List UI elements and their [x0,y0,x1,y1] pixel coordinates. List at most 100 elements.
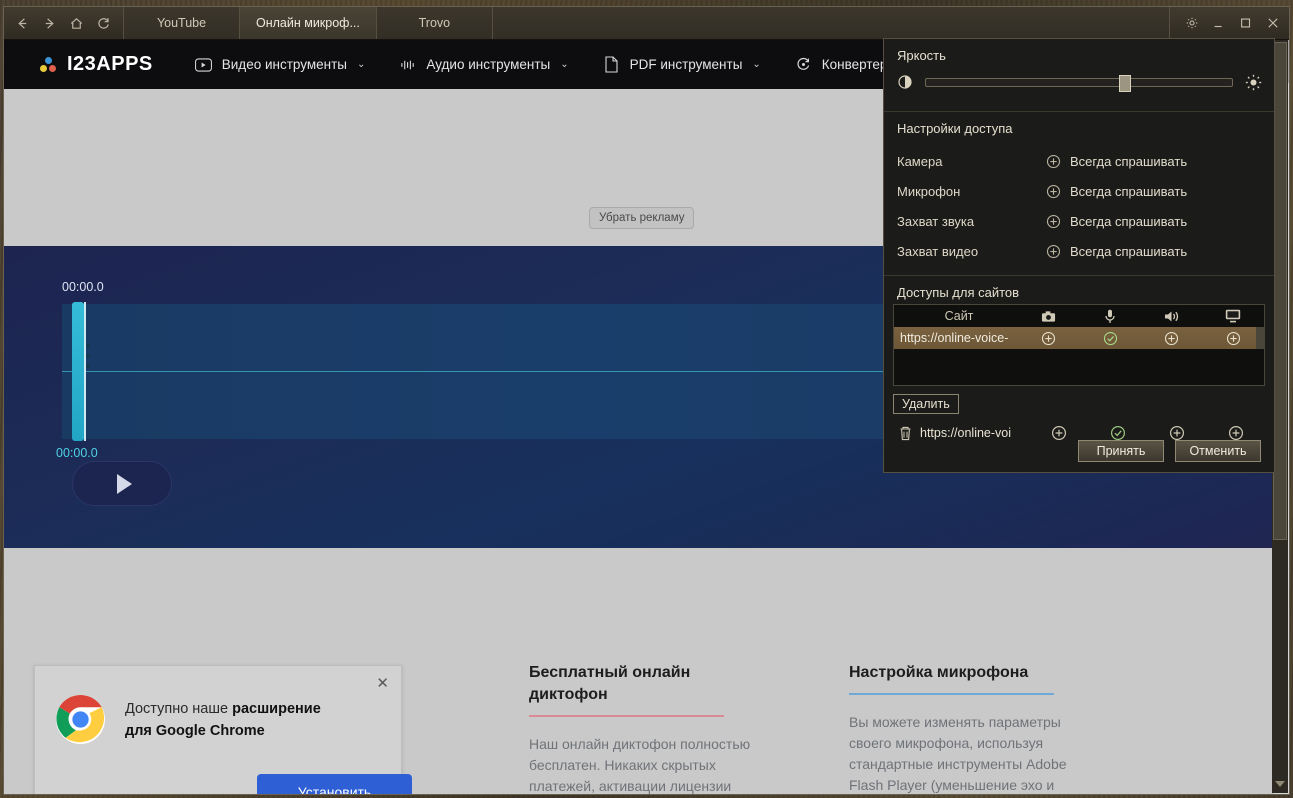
column-heading: Настройка микрофона [849,664,1029,681]
access-value: Всегда спрашивать [1070,243,1188,259]
site-logo[interactable]: I23APPS [40,53,153,76]
remove-ads-button[interactable]: Убрать рекламу [589,207,695,229]
brightness-slider-row [884,73,1274,102]
access-label: Микрофон [897,183,961,199]
nav-label: Видео инструменты [221,57,347,72]
play-icon [116,473,132,494]
plus-circle-icon[interactable] [1030,425,1089,441]
promo-text-plain: Доступно наше [125,701,233,717]
maximize-icon[interactable] [1238,16,1253,31]
home-icon[interactable] [68,15,84,31]
plus-circle-icon[interactable] [1045,153,1061,169]
access-row-camera[interactable]: Камера Всегда спрашивать [884,146,1274,176]
plus-circle-icon[interactable] [1148,425,1207,441]
nav-video-tools[interactable]: Видео инструменты ⌄ [195,56,365,74]
promo-text-bold-1: расширение [232,701,321,717]
tab-label: Онлайн микроф... [256,16,360,30]
plus-circle-icon[interactable] [1045,213,1061,229]
tab-youtube[interactable]: YouTube [124,7,240,39]
table-scrollbar-thumb[interactable] [1256,327,1265,349]
trim-handle[interactable] [72,302,90,441]
column-body: Наш онлайн диктофон полностью бесплатен.… [529,736,751,794]
logo-text: I23APPS [67,53,153,75]
access-label: Захват видео [897,243,979,259]
brightness-slider[interactable] [925,74,1233,92]
play-box-icon [195,56,213,74]
heading-rule [529,715,724,717]
table-row[interactable]: https://online-voice- [894,327,1264,349]
minimize-icon[interactable] [1211,16,1226,31]
access-label: Захват звука [897,213,975,229]
delete-button[interactable]: Удалить [893,394,959,414]
trash-icon[interactable] [897,426,913,441]
timestamp-top: 00:00.0 [62,280,104,294]
heading-rule [849,693,1054,695]
playhead-line [84,302,86,441]
sun-icon [1244,73,1262,91]
access-row-microphone[interactable]: Микрофон Всегда спрашивать [884,176,1274,206]
nav-label: Аудио инструменты [426,57,551,72]
back-icon[interactable] [14,15,30,31]
install-button[interactable]: Установить [257,774,412,794]
speaker-icon [1141,310,1203,323]
play-button[interactable] [72,461,172,506]
nav-label: PDF инструменты [629,57,743,72]
site-permissions-table: Сайт https://online-voice- [893,304,1265,386]
settings-flyout-panel: Яркость Настройки доступа Камера Всегда … [883,38,1275,473]
reload-icon[interactable] [95,15,111,31]
plus-circle-icon[interactable] [1045,183,1061,199]
plus-circle-icon[interactable] [1018,331,1080,346]
browser-scroll-down-icon[interactable] [1275,781,1285,787]
monitor-icon [1203,309,1265,323]
brightness-slider-thumb[interactable] [1118,74,1131,92]
chevron-down-icon: ⌄ [752,59,761,70]
forward-icon[interactable] [41,15,57,31]
entry-url: https://online-voi [920,426,1012,440]
document-icon [603,56,621,74]
contrast-icon [896,73,914,91]
gear-icon[interactable] [1184,16,1199,31]
close-icon[interactable] [1265,16,1280,31]
promo-text: Доступно наше расширение для Google Chro… [125,698,380,742]
plus-circle-icon[interactable] [1206,425,1265,441]
browser-window: YouTube Онлайн микроф... Trovo I23APPS В… [3,6,1290,795]
plus-circle-icon[interactable] [1203,331,1265,346]
access-value: Всегда спрашивать [1070,183,1188,199]
brightness-section: Яркость [884,39,1274,63]
tab-trovo[interactable]: Trovo [376,7,493,39]
waveform-icon [399,56,417,74]
timestamp-bottom: 00:00.0 [56,446,98,460]
tab-online-microphone[interactable]: Онлайн микроф... [240,7,377,39]
plus-circle-icon[interactable] [1045,243,1061,259]
nav-pdf-tools[interactable]: PDF инструменты ⌄ [603,56,761,74]
site-access-section: Доступы для сайтов [884,276,1274,300]
cancel-button[interactable]: Отменить [1175,440,1261,462]
column-heading: Бесплатный онлайн диктофон [529,664,691,703]
close-icon[interactable]: ✕ [376,676,389,691]
access-row-audio-capture[interactable]: Захват звука Всегда спрашивать [884,206,1274,236]
access-label: Камера [897,153,943,169]
access-row-video-capture[interactable]: Захват видео Всегда спрашивать [884,236,1274,266]
row-site-url: https://online-voice- [900,331,1009,345]
column-header-site: Сайт [944,309,974,323]
access-settings-title: Настройки доступа [897,121,1013,136]
check-circle-icon[interactable] [1080,331,1142,346]
content-column-mic-settings: Настройка микрофона Вы можете изменять п… [849,662,1089,794]
tab-label: Trovo [418,16,451,30]
microphone-icon [1080,309,1142,324]
window-controls [1170,7,1289,39]
plus-circle-icon[interactable] [1141,331,1203,346]
access-value: Всегда спрашивать [1070,153,1188,169]
site-access-title: Доступы для сайтов [897,285,1020,300]
navigation-buttons [4,7,124,39]
access-settings-section: Настройки доступа [884,112,1274,136]
accept-button[interactable]: Принять [1078,440,1164,462]
check-circle-icon[interactable] [1089,425,1148,441]
promo-text-bold-2: для Google Chrome [125,723,265,739]
access-value: Всегда спрашивать [1070,213,1188,229]
nav-audio-tools[interactable]: Аудио инструменты ⌄ [399,56,569,74]
flyout-action-buttons: Принять Отменить [1078,440,1261,462]
content-column-free-recorder: Бесплатный онлайн диктофон Наш онлайн ди… [529,662,754,794]
browser-scrollbar-thumb[interactable] [1273,42,1287,540]
browser-tab-strip: YouTube Онлайн микроф... Trovo [4,7,1289,40]
